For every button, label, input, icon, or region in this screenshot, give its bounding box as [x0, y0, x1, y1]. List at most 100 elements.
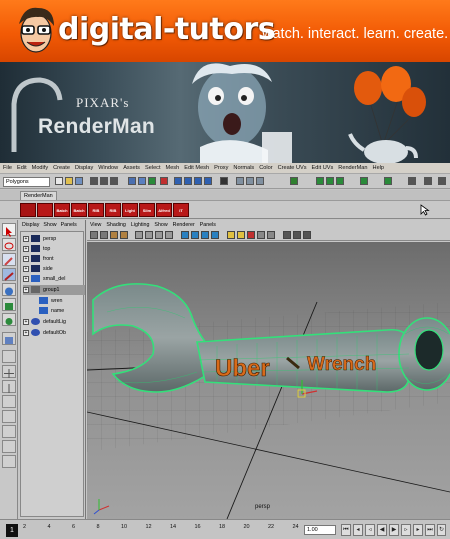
- shelf-alfred-button[interactable]: Alfred: [156, 203, 172, 217]
- new-scene-icon[interactable]: [55, 177, 63, 185]
- snap-curve-icon[interactable]: [184, 177, 192, 185]
- tab-renderman[interactable]: RenderMan: [20, 191, 57, 200]
- outliner-item[interactable]: + defaultLig: [23, 317, 85, 327]
- toggle-icon[interactable]: [438, 177, 446, 185]
- menu-create[interactable]: Create: [53, 165, 70, 171]
- panel-menu-lighting[interactable]: Lighting: [131, 222, 150, 228]
- expand-icon[interactable]: +: [23, 235, 29, 242]
- save-scene-icon[interactable]: [75, 177, 83, 185]
- menu-file[interactable]: File: [3, 165, 12, 171]
- outliner-item[interactable]: + defaultOb: [23, 328, 85, 338]
- rotate-tool-icon[interactable]: [2, 283, 16, 296]
- menu-color[interactable]: Color: [259, 165, 272, 171]
- snap-surface-icon[interactable]: [204, 177, 212, 185]
- default-light-icon[interactable]: [227, 231, 235, 239]
- layout-persp-icon[interactable]: [2, 455, 16, 468]
- step-forward-key-icon[interactable]: ▸: [413, 524, 423, 536]
- paint-select-tool-icon[interactable]: [2, 253, 16, 266]
- texture-icon[interactable]: [293, 231, 301, 239]
- layout-single-icon[interactable]: [2, 350, 16, 363]
- isolate-icon[interactable]: [267, 231, 275, 239]
- panel-menu-panels[interactable]: Panels: [200, 222, 216, 228]
- layout-outliner-icon[interactable]: [2, 395, 16, 408]
- select-tool-icon[interactable]: [2, 223, 16, 237]
- mask-icon[interactable]: [160, 177, 168, 185]
- menu-window[interactable]: Window: [98, 165, 118, 171]
- attribute-editor-icon[interactable]: [316, 177, 324, 185]
- camera-icon[interactable]: [100, 231, 108, 239]
- step-back-key-icon[interactable]: ◂: [353, 524, 363, 536]
- open-scene-icon[interactable]: [65, 177, 73, 185]
- resolution-gate-icon[interactable]: [155, 231, 163, 239]
- layout-two-icon[interactable]: [2, 380, 16, 393]
- expand-icon[interactable]: +: [23, 318, 29, 325]
- all-lights-icon[interactable]: [237, 231, 245, 239]
- shelf-batch-button[interactable]: Batch: [54, 203, 70, 217]
- camera-attr-icon[interactable]: [90, 231, 98, 239]
- expand-icon[interactable]: +: [23, 275, 29, 282]
- wire-on-shaded-icon[interactable]: [303, 231, 311, 239]
- viewport-persp[interactable]: Uber Wrench persp: [87, 242, 450, 519]
- panel-menu-shading[interactable]: Shading: [106, 222, 125, 228]
- render-settings-icon[interactable]: [256, 177, 264, 185]
- menu-edit[interactable]: Edit: [17, 165, 27, 171]
- outliner-item[interactable]: + front: [23, 254, 85, 264]
- play-backwards-icon[interactable]: ◀: [377, 524, 387, 536]
- mask-icon[interactable]: [128, 177, 136, 185]
- outliner-item[interactable]: + persp: [23, 234, 85, 244]
- panel-menu-show[interactable]: Show: [154, 222, 167, 228]
- ipr-render-icon[interactable]: [246, 177, 254, 185]
- mode-selector[interactable]: Polygons: [3, 177, 50, 187]
- lasso-tool-icon[interactable]: [2, 238, 16, 251]
- input-field-icon[interactable]: [290, 177, 298, 185]
- select-by-object-icon[interactable]: [100, 177, 108, 185]
- shelf-rib-render-2-button[interactable]: RIB Render: [105, 203, 121, 217]
- channel-box-icon[interactable]: [336, 177, 344, 185]
- step-forward-frame-icon[interactable]: ▹: [401, 524, 411, 536]
- smooth-shade-icon[interactable]: [191, 231, 199, 239]
- expand-icon[interactable]: +: [23, 245, 29, 252]
- layer-editor-icon[interactable]: [360, 177, 368, 185]
- snap-grid-icon[interactable]: [174, 177, 182, 185]
- scale-tool-icon[interactable]: [2, 298, 16, 311]
- outliner-menu-show[interactable]: Show: [43, 222, 56, 228]
- outliner-item[interactable]: + top: [23, 244, 85, 254]
- tool-settings-icon[interactable]: [326, 177, 334, 185]
- outliner-menu-panels[interactable]: Panels: [61, 222, 77, 228]
- layout-graph-icon[interactable]: [2, 410, 16, 423]
- shadows-icon[interactable]: [247, 231, 255, 239]
- select-by-hierarchy-icon[interactable]: [90, 177, 98, 185]
- wireframe-icon[interactable]: [181, 231, 189, 239]
- menu-select[interactable]: Select: [145, 165, 161, 171]
- xray-icon[interactable]: [257, 231, 265, 239]
- menu-display[interactable]: Display: [75, 165, 93, 171]
- toggle-icon[interactable]: [408, 177, 416, 185]
- mask-icon[interactable]: [138, 177, 146, 185]
- time-slider[interactable]: 1 2 4 6 8 10 12 14 16 18 20 22 24 1.00 ⏮ ◂ ◃ ◀ ▶ ▹ …: [0, 519, 450, 539]
- go-to-start-icon[interactable]: ⏮: [341, 524, 351, 536]
- layout-four-icon[interactable]: [2, 365, 16, 378]
- last-tool-icon[interactable]: [2, 332, 16, 345]
- shelf-slim-button[interactable]: Slim: [139, 203, 155, 217]
- menu-renderman[interactable]: RenderMan: [338, 165, 367, 171]
- shelf-it-button[interactable]: IT: [173, 203, 189, 217]
- menu-mesh[interactable]: Mesh: [166, 165, 180, 171]
- render-icon[interactable]: [236, 177, 244, 185]
- bookmark-icon[interactable]: [110, 231, 118, 239]
- menu-create-uvs[interactable]: Create UVs: [278, 165, 307, 171]
- select-by-component-icon[interactable]: [110, 177, 118, 185]
- gate-mask-icon[interactable]: [165, 231, 173, 239]
- film-gate-icon[interactable]: [145, 231, 153, 239]
- expand-icon[interactable]: +: [23, 255, 29, 262]
- outliner-menu-display[interactable]: Display: [22, 222, 39, 228]
- shelf-light-button[interactable]: Light: [122, 203, 138, 217]
- play-forwards-icon[interactable]: ▶: [389, 524, 399, 536]
- toggle-icon[interactable]: [424, 177, 432, 185]
- menu-assets[interactable]: Assets: [123, 165, 140, 171]
- expand-icon[interactable]: +: [23, 286, 29, 293]
- menu-normals[interactable]: Normals: [233, 165, 254, 171]
- outliner-item[interactable]: + group1: [23, 285, 85, 295]
- shelf-batch-rib-button[interactable]: Batch: [71, 203, 87, 217]
- expand-icon[interactable]: +: [23, 265, 29, 272]
- shelf-globals-button[interactable]: [20, 203, 36, 217]
